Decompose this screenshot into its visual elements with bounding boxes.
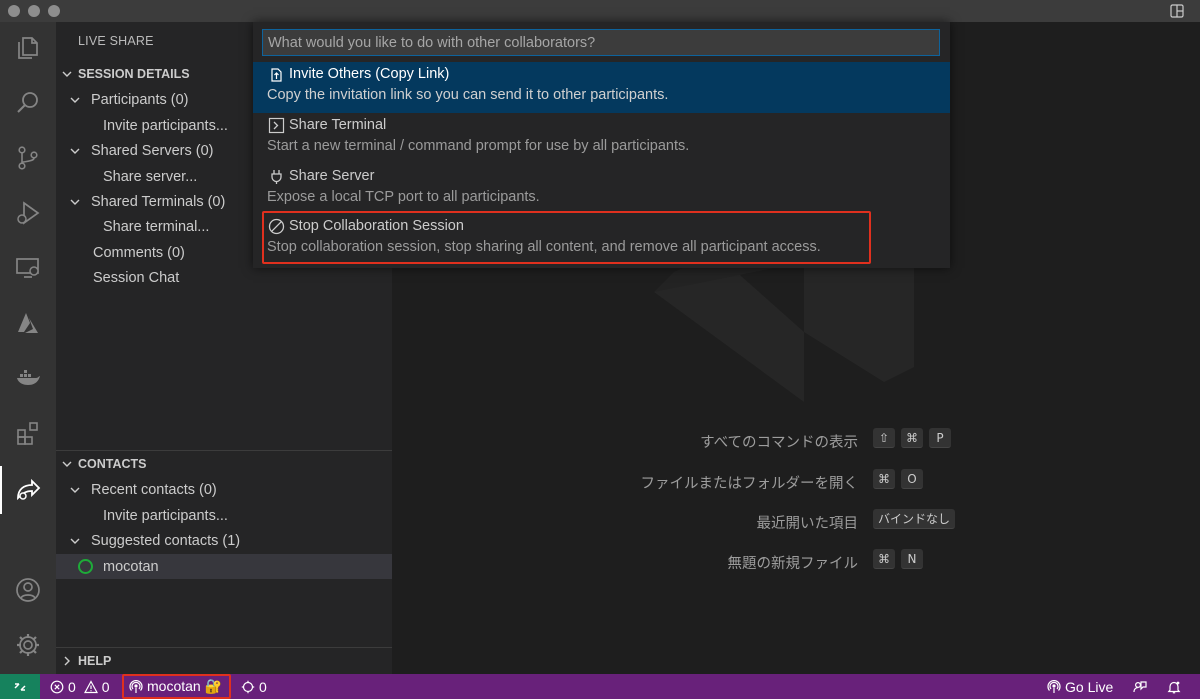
- extensions-icon[interactable]: [0, 409, 56, 457]
- keycap: O: [901, 469, 923, 489]
- customize-layout-icon[interactable]: [1170, 4, 1184, 18]
- help-header[interactable]: HELP: [56, 650, 392, 672]
- settings-gear-icon[interactable]: [0, 621, 56, 669]
- terminal-icon: [268, 117, 285, 134]
- shortcut-open-file-or-folder: ファイルまたはフォルダーを開く ⌘ O: [392, 469, 1200, 493]
- remote-indicator-button[interactable]: [0, 674, 40, 699]
- activity-bar: [0, 22, 56, 674]
- chevron-down-icon: [70, 487, 80, 493]
- keycap: N: [901, 549, 923, 569]
- command-palette-input[interactable]: [262, 29, 940, 56]
- contacts-header[interactable]: CONTACTS: [56, 453, 392, 475]
- broadcast-icon: [1047, 679, 1061, 693]
- chevron-down-icon: [70, 199, 80, 205]
- keycap: ⌘: [873, 549, 895, 569]
- chevron-down-icon: [70, 148, 80, 154]
- go-live-button[interactable]: Go Live: [1047, 674, 1113, 699]
- participants-icon: [241, 680, 255, 693]
- section-divider: [56, 450, 392, 451]
- chevron-down-icon: [62, 461, 72, 467]
- invite-participants-contacts-link[interactable]: Invite participants...: [56, 503, 392, 528]
- azure-icon[interactable]: [0, 299, 56, 347]
- notifications-button[interactable]: [1167, 674, 1181, 699]
- remote-indicator-icon: [14, 682, 26, 691]
- bell-icon: [1167, 681, 1181, 693]
- tree-item-recent-contacts[interactable]: Recent contacts (0): [56, 477, 392, 502]
- chevron-down-icon: [70, 538, 80, 544]
- status-bar: 0 0 mocotan 🔐 0 Go Live: [0, 674, 1200, 699]
- tree-item-session-chat[interactable]: Session Chat: [56, 265, 392, 290]
- palette-item-stop-collaboration[interactable]: Stop Collaboration Session Stop collabor…: [253, 214, 950, 265]
- feedback-icon: [1133, 680, 1147, 692]
- feedback-button[interactable]: [1133, 674, 1147, 699]
- palette-item-invite-others[interactable]: Invite Others (Copy Link) Copy the invit…: [253, 62, 950, 113]
- sidebar-title: LIVE SHARE: [78, 34, 154, 48]
- palette-item-share-terminal[interactable]: Share Terminal Start a new terminal / co…: [253, 113, 950, 164]
- tree-item-suggested-contacts[interactable]: Suggested contacts (1): [56, 528, 392, 553]
- error-icon: [50, 680, 64, 693]
- accounts-icon[interactable]: [0, 566, 56, 614]
- docker-icon[interactable]: [0, 354, 56, 402]
- command-palette: Invite Others (Copy Link) Copy the invit…: [253, 22, 950, 268]
- shortcut-open-recent: 最近開いた項目 バインドなし: [392, 509, 1200, 533]
- live-share-status-button[interactable]: mocotan 🔐: [129, 674, 222, 699]
- participants-count[interactable]: 0: [241, 674, 267, 699]
- remote-explorer-icon[interactable]: [0, 244, 56, 292]
- keycap: ⌘: [873, 469, 895, 489]
- online-status-icon: [78, 559, 93, 574]
- broadcast-icon: [129, 679, 143, 693]
- live-share-icon[interactable]: [0, 466, 56, 514]
- maximize-window-button[interactable]: [48, 5, 60, 17]
- source-control-icon[interactable]: [0, 134, 56, 182]
- shortcut-new-untitled-file: 無題の新規ファイル ⌘ N: [392, 549, 1200, 573]
- run-debug-icon[interactable]: [0, 189, 56, 237]
- keycap: ⇧: [873, 428, 895, 448]
- chevron-down-icon: [70, 97, 80, 103]
- invite-copy-link-icon: [271, 68, 282, 82]
- chevron-down-icon: [62, 71, 72, 77]
- section-divider: [56, 647, 392, 648]
- search-icon[interactable]: [0, 79, 56, 127]
- circle-slash-icon: [268, 218, 285, 235]
- palette-item-share-server[interactable]: Share Server Expose a local TCP port to …: [253, 164, 950, 215]
- problems-indicator[interactable]: 0 0: [50, 674, 110, 699]
- minimize-window-button[interactable]: [28, 5, 40, 17]
- keycap: バインドなし: [873, 509, 956, 529]
- shortcut-show-all-commands: すべてのコマンドの表示 ⇧ ⌘ P: [392, 428, 1200, 452]
- contact-mocotan[interactable]: mocotan: [56, 554, 392, 579]
- keycap: P: [929, 428, 951, 448]
- chevron-right-icon: [64, 656, 70, 666]
- explorer-icon[interactable]: [0, 24, 56, 72]
- close-window-button[interactable]: [8, 5, 20, 17]
- keycap: ⌘: [901, 428, 923, 448]
- title-bar: [0, 0, 1200, 22]
- warning-icon: [83, 679, 98, 693]
- plug-icon: [271, 170, 282, 184]
